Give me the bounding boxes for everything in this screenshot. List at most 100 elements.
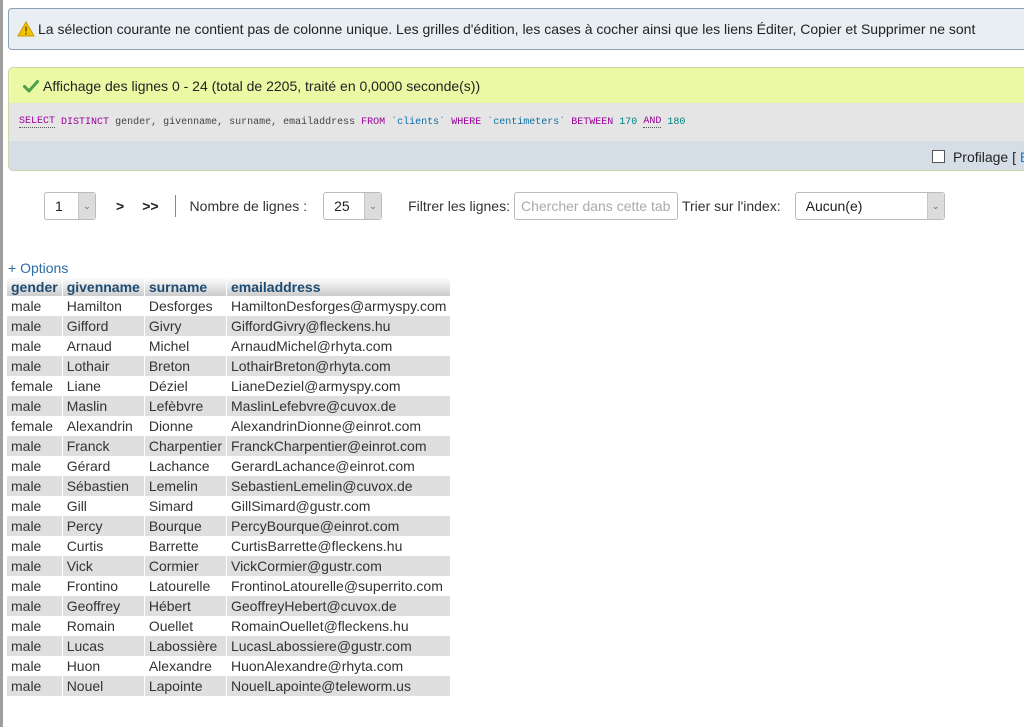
- cell-gender: male: [7, 356, 63, 376]
- cell-givenname: Nouel: [62, 676, 145, 696]
- cell-givenname: Lothair: [62, 356, 145, 376]
- cell-gender: male: [7, 296, 63, 316]
- table-row[interactable]: male Gill Simard GillSimard@gustr.com: [7, 496, 452, 516]
- cell-emailaddress: NouelLapointe@teleworm.us: [226, 676, 452, 696]
- cell-surname: Breton: [144, 356, 227, 376]
- cell-surname: Lemelin: [144, 476, 227, 496]
- table-row[interactable]: male Lothair Breton LothairBreton@rhyta.com: [7, 356, 452, 376]
- table-row[interactable]: male Romain Ouellet RomainOuellet@fleckens.…: [7, 616, 452, 636]
- table-row[interactable]: male Sébastien Lemelin SebastienLemelin@cuv…: [7, 476, 452, 496]
- cell-gender: male: [7, 576, 63, 596]
- rows-count-label: Nombre de lignes :: [189, 198, 308, 214]
- cell-gender: male: [7, 536, 63, 556]
- sort-index-label: Trier sur l'index:: [681, 198, 781, 214]
- edit-inline-link[interactable]: Éd: [1020, 149, 1024, 165]
- separator: [174, 195, 176, 217]
- cell-surname: Givry: [144, 316, 227, 336]
- cell-emailaddress: AlexandrinDionne@einrot.com: [226, 416, 452, 436]
- cell-gender: male: [7, 436, 63, 456]
- cell-emailaddress: LucasLabossiere@gustr.com: [226, 636, 452, 656]
- column-header-gender[interactable]: gender: [7, 277, 63, 296]
- table-row[interactable]: male Frontino Latourelle FrontinoLatourelle…: [7, 576, 452, 596]
- table-row[interactable]: male Percy Bourque PercyBourque@einrot.com: [7, 516, 452, 536]
- cell-surname: Lachance: [144, 456, 227, 476]
- warning-notice: La sélection courante ne contient pas de…: [8, 8, 1024, 50]
- options-toggle-link[interactable]: + Options: [8, 260, 68, 276]
- cell-givenname: Curtis: [62, 536, 145, 556]
- cell-gender: female: [7, 376, 63, 396]
- cell-givenname: Vick: [62, 556, 145, 576]
- table-row[interactable]: male Franck Charpentier FranckCharpentier@e…: [7, 436, 452, 456]
- last-page-button[interactable]: >>: [142, 198, 158, 214]
- pagination-bar: 1 ⌄ > >> Nombre de lignes : 25 ⌄ Filtrer…: [44, 192, 945, 220]
- cell-gender: male: [7, 396, 63, 416]
- cell-gender: male: [7, 456, 63, 476]
- cell-emailaddress: LianeDeziel@armyspy.com: [226, 376, 452, 396]
- filter-rows-input[interactable]: [513, 192, 678, 220]
- cell-givenname: Arnaud: [62, 336, 145, 356]
- cell-gender: male: [7, 656, 63, 676]
- chevron-down-icon: ⌄: [926, 193, 944, 219]
- sql-keyword-from: FROM: [361, 116, 386, 128]
- table-row[interactable]: female Liane Déziel LianeDeziel@armyspy.com: [7, 376, 452, 396]
- table-row[interactable]: male Huon Alexandre HuonAlexandre@rhyta.com: [7, 656, 452, 676]
- cell-gender: male: [7, 616, 63, 636]
- cell-emailaddress: HamiltonDesforges@armyspy.com: [226, 296, 452, 316]
- cell-emailaddress: GiffordGivry@fleckens.hu: [226, 316, 452, 336]
- column-header-givenname[interactable]: givenname: [62, 277, 145, 296]
- cell-gender: male: [7, 496, 63, 516]
- check-icon: [23, 79, 39, 92]
- cell-givenname: Gill: [62, 496, 145, 516]
- cell-givenname: Franck: [62, 436, 145, 456]
- cell-gender: male: [7, 476, 63, 496]
- chevron-down-icon: ⌄: [364, 193, 382, 219]
- table-row[interactable]: male Nouel Lapointe NouelLapointe@teleworm.…: [7, 676, 452, 696]
- profiling-checkbox[interactable]: [931, 150, 945, 163]
- page-select[interactable]: 1 ⌄: [44, 192, 96, 220]
- sql-table: `clients`: [391, 116, 446, 128]
- table-row[interactable]: male Hamilton Desforges HamiltonDesforges@a…: [7, 296, 452, 316]
- table-row[interactable]: male Arnaud Michel ArnaudMichel@rhyta.com: [7, 336, 452, 356]
- cell-surname: Lapointe: [144, 676, 227, 696]
- cell-surname: Latourelle: [144, 576, 227, 596]
- sql-keyword-where: WHERE: [451, 116, 482, 128]
- cell-gender: male: [7, 316, 63, 336]
- cell-givenname: Huon: [62, 656, 145, 676]
- sort-index-select[interactable]: Aucun(e) ⌄: [794, 192, 945, 220]
- filter-rows-label: Filtrer les lignes:: [408, 198, 510, 214]
- cell-givenname: Romain: [62, 616, 145, 636]
- table-row[interactable]: male Lucas Labossière LucasLabossiere@gustr…: [7, 636, 452, 656]
- cell-gender: male: [7, 636, 63, 656]
- table-row[interactable]: male Vick Cormier VickCormier@gustr.com: [7, 556, 452, 576]
- table-row[interactable]: female Alexandrin Dionne AlexandrinDionne@e…: [7, 416, 452, 436]
- query-result-box: Affichage des lignes 0 - 24 (total de 22…: [8, 67, 1024, 171]
- cell-emailaddress: GerardLachance@einrot.com: [226, 456, 452, 476]
- cell-emailaddress: ArnaudMichel@rhyta.com: [226, 336, 452, 356]
- next-page-button[interactable]: >: [116, 198, 124, 214]
- cell-emailaddress: SebastienLemelin@cuvox.de: [226, 476, 452, 496]
- rows-count-select[interactable]: 25 ⌄: [323, 192, 383, 220]
- sql-query: SELECT DISTINCT gender, givenname, surna…: [9, 103, 1024, 141]
- sql-keyword-select[interactable]: SELECT: [19, 116, 56, 128]
- warning-icon: [17, 21, 35, 37]
- cell-givenname: Frontino: [62, 576, 145, 596]
- cell-surname: Desforges: [144, 296, 227, 316]
- table-row[interactable]: male Gérard Lachance GerardLachance@einrot.…: [7, 456, 452, 476]
- cell-givenname: Hamilton: [62, 296, 145, 316]
- sql-column: `centimeters`: [487, 116, 566, 128]
- column-header-surname[interactable]: surname: [144, 277, 227, 296]
- table-header-row: gender givenname surname emailaddress: [7, 277, 452, 296]
- table-row[interactable]: male Geoffrey Hébert GeoffreyHebert@cuvox.d…: [7, 596, 452, 616]
- column-header-emailaddress[interactable]: emailaddress: [226, 277, 452, 296]
- cell-gender: female: [7, 416, 63, 436]
- cell-gender: male: [7, 596, 63, 616]
- cell-surname: Lefèbvre: [144, 396, 227, 416]
- chevron-down-icon: ⌄: [78, 193, 95, 219]
- warning-text: La sélection courante ne contient pas de…: [38, 21, 976, 37]
- sql-keyword-and[interactable]: AND: [643, 116, 662, 128]
- table-row[interactable]: male Curtis Barrette CurtisBarrette@flecken…: [7, 536, 452, 556]
- sql-value-high: 180: [667, 116, 686, 128]
- cell-givenname: Sébastien: [62, 476, 145, 496]
- table-row[interactable]: male Maslin Lefèbvre MaslinLefebvre@cuvox.d…: [7, 396, 452, 416]
- table-row[interactable]: male Gifford Givry GiffordGivry@fleckens.hu: [7, 316, 452, 336]
